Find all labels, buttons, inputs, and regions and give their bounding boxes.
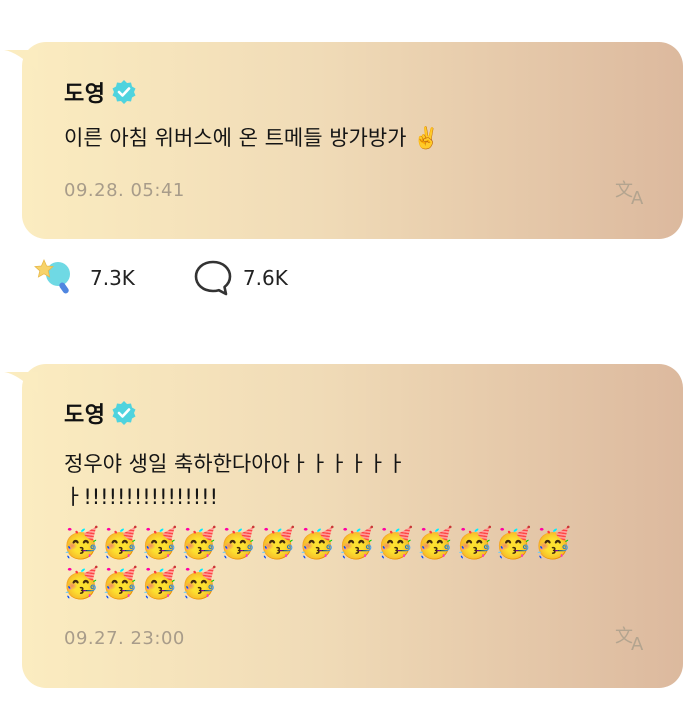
bubble-tail (4, 372, 38, 394)
translate-icon[interactable]: 文 A (613, 176, 653, 208)
emoji-line: 🥳🥳🥳🥳🥳🥳🥳🥳🥳🥳🥳🥳🥳 (62, 526, 574, 561)
message-line: ㅏ!!!!!!!!!!!!!!!! (64, 485, 219, 509)
translate-icon[interactable]: 文 A (613, 622, 653, 654)
bubble-tail (4, 50, 38, 72)
author-name: 도영 (64, 82, 106, 107)
message-line: 이른 아침 위버스에 온 트메들 방가방가 ✌️ (64, 126, 440, 150)
comment-button[interactable]: 7.6K (193, 258, 288, 298)
message-line: 정우야 생일 축하한다아아ㅏㅏㅏㅏㅏㅏ (64, 452, 406, 476)
emoji-line: 🥳🥳🥳🥳 (62, 566, 220, 601)
verified-badge-icon (112, 80, 136, 104)
party-face-emoji-rows: 🥳🥳🥳🥳🥳🥳🥳🥳🥳🥳🥳🥳🥳 🥳🥳🥳🥳 (62, 524, 622, 604)
comment-bubble-icon (194, 260, 232, 296)
like-button[interactable]: 7.3K (30, 256, 135, 300)
author-name: 도영 (64, 403, 106, 428)
svg-text:A: A (631, 634, 644, 654)
post-bubble[interactable]: 도영 정우야 생일 축하한다아아ㅏㅏㅏㅏㅏㅏ ㅏ!!!!!!!!!!!!!!!!… (4, 364, 683, 688)
post-timestamp: 09.28. 05:41 (64, 180, 185, 201)
weverse-like-icon (34, 258, 70, 294)
post-author: 도영 (64, 397, 137, 429)
post-author: 도영 (64, 76, 137, 108)
svg-text:A: A (631, 188, 644, 208)
comment-count: 7.6K (242, 266, 288, 290)
like-count: 7.3K (90, 266, 135, 290)
post-bubble[interactable]: 도영 이른 아침 위버스에 온 트메들 방가방가 ✌️ 09.28. 05:41… (4, 42, 683, 239)
post-timestamp: 09.27. 23:00 (64, 628, 185, 649)
post-actions: 7.3K 7.6K (30, 256, 288, 300)
post-message: 정우야 생일 축하한다아아ㅏㅏㅏㅏㅏㅏ ㅏ!!!!!!!!!!!!!!!! (64, 448, 653, 514)
post-message: 이른 아침 위버스에 온 트메들 방가방가 ✌️ (64, 122, 653, 155)
verified-badge-icon (112, 401, 136, 425)
